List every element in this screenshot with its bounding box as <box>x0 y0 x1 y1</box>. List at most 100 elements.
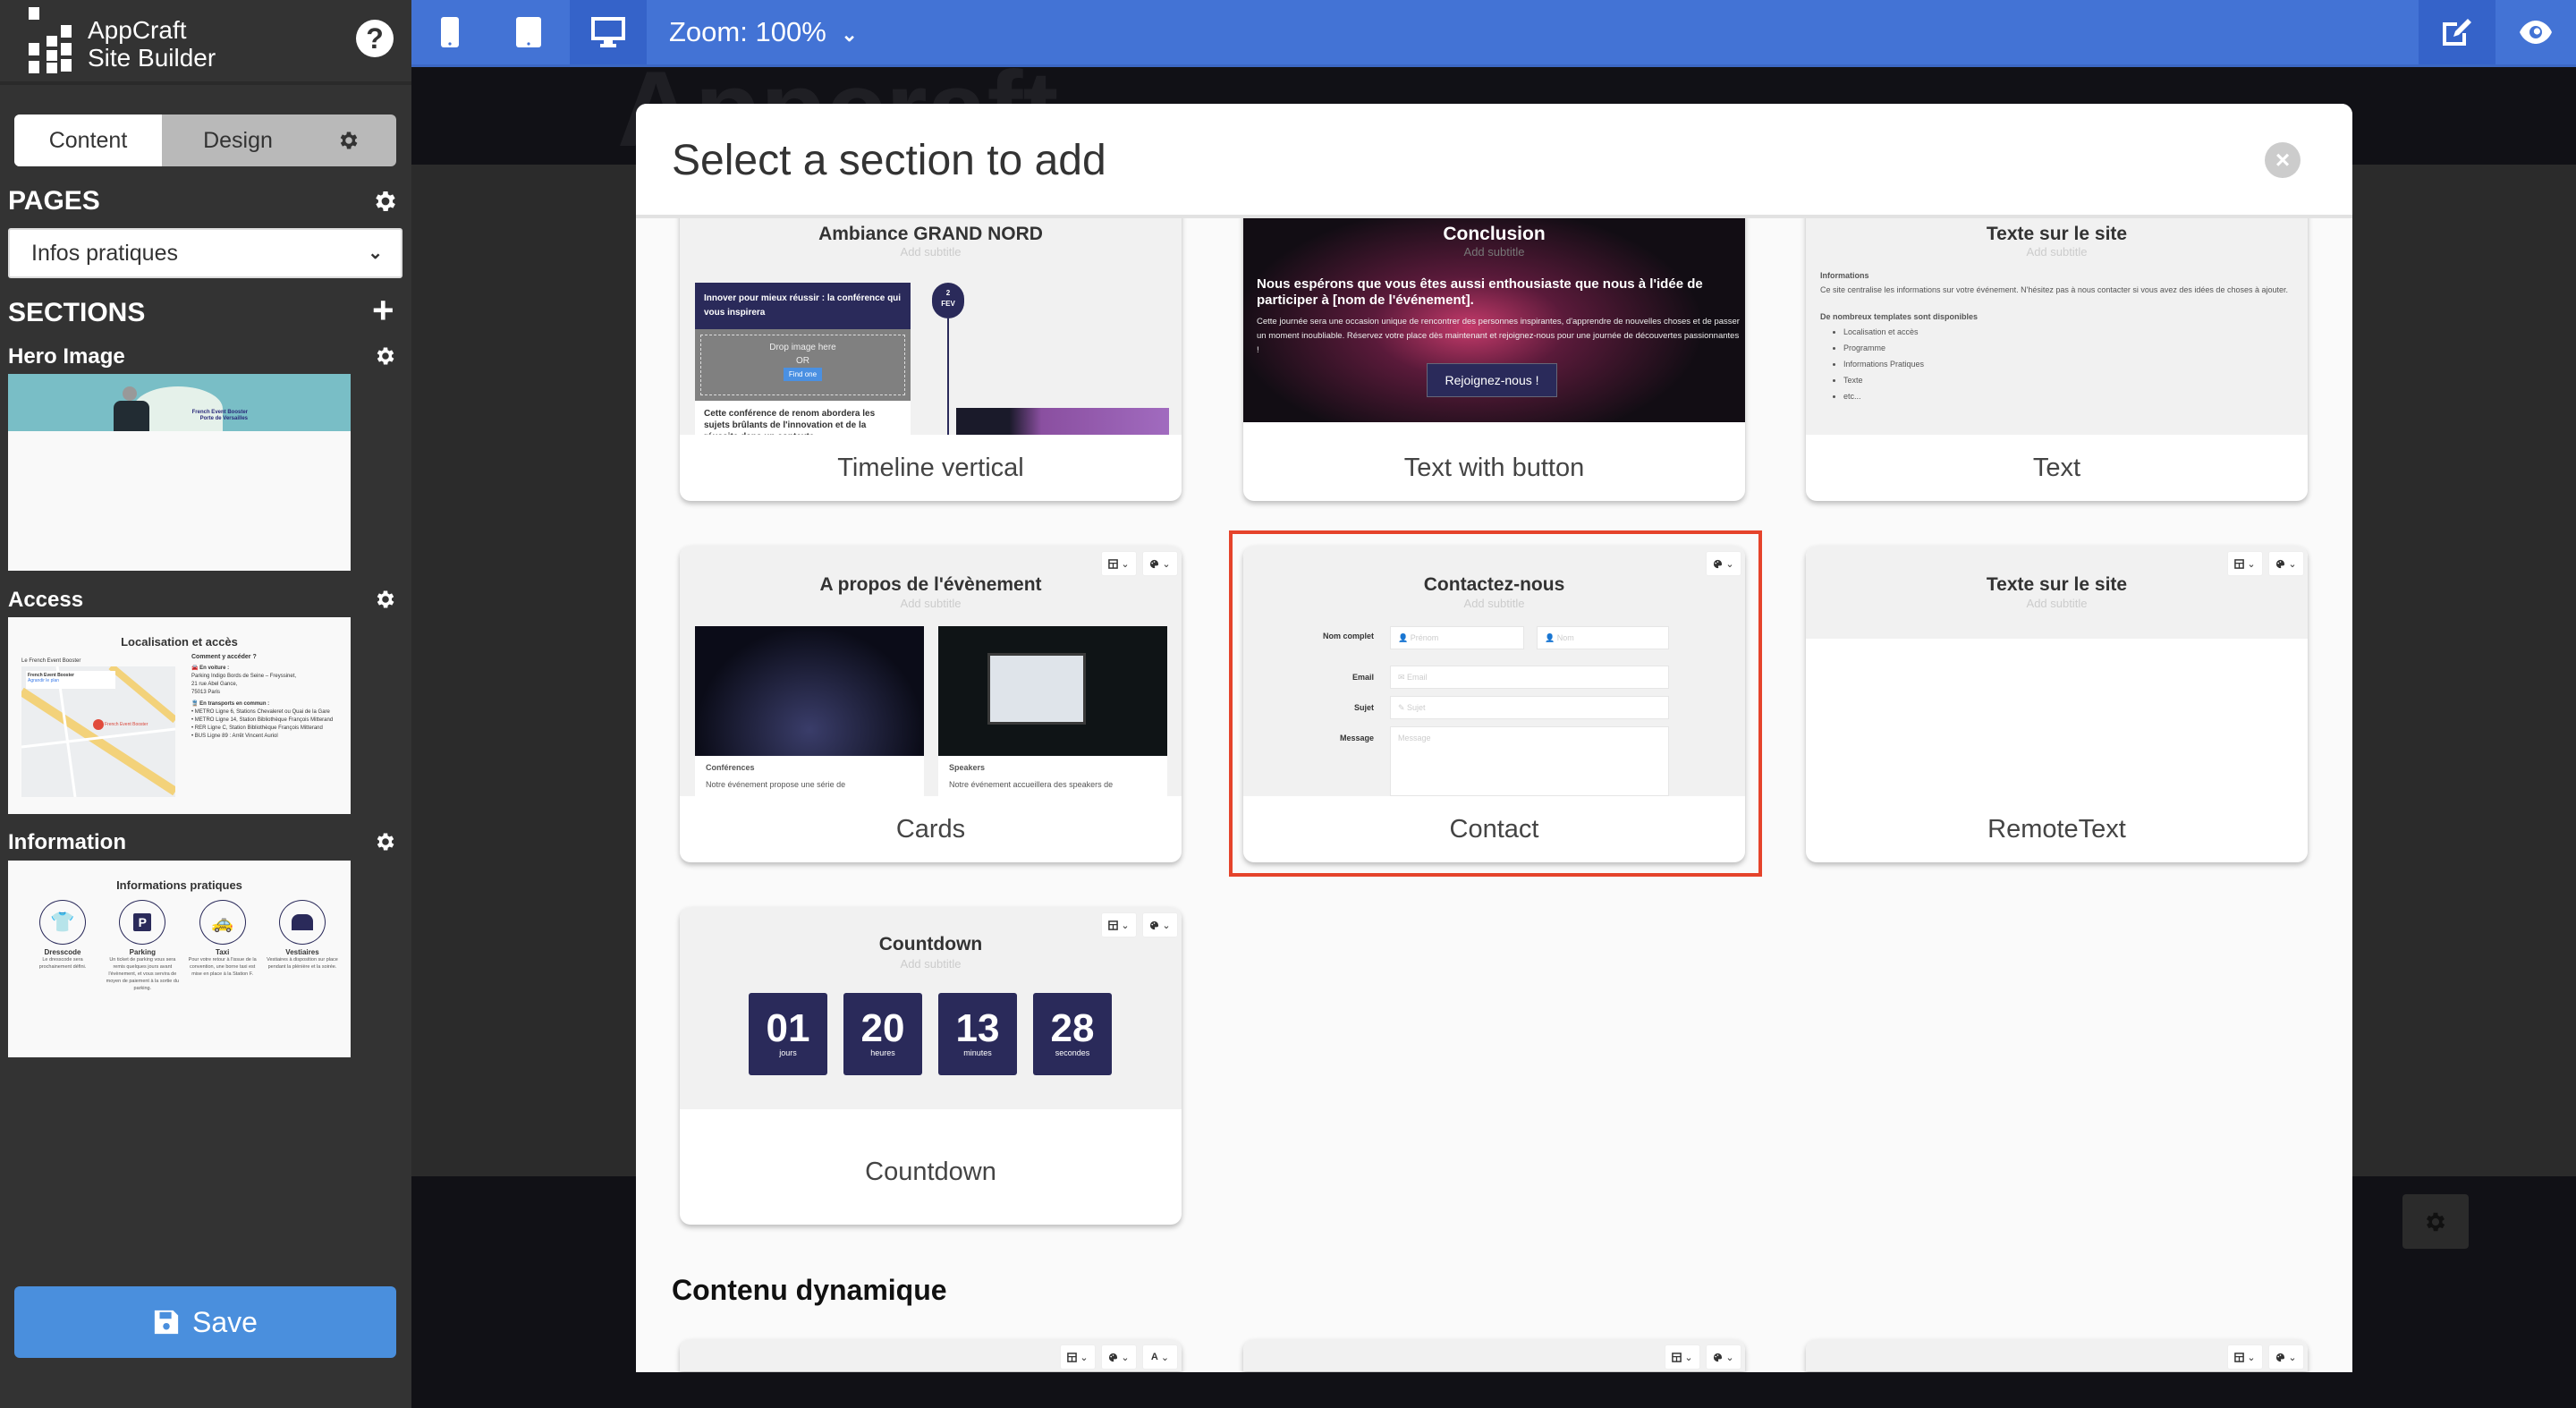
countdown-hours: 20 heures <box>843 993 922 1075</box>
access-settings-gear-icon[interactable] <box>374 588 397 611</box>
color-dropdown[interactable]: ⌄ <box>1142 551 1178 576</box>
info-item-text: Pour votre retour à l'issue de la conven… <box>188 957 257 977</box>
card-item-text: Notre événement accueillera des speakers… <box>949 780 1114 789</box>
card-tools: ⌄ ⌄ <box>1101 551 1178 576</box>
design-settings-gear-icon[interactable] <box>337 129 360 152</box>
countdown-value: 01 <box>766 1006 810 1050</box>
layout-dropdown[interactable]: ⌄ <box>1665 1344 1700 1370</box>
help-button[interactable]: ? <box>356 20 394 57</box>
transit-text: RER Ligne C, Station Bibliothèque Franço… <box>194 725 323 731</box>
preview-title: Countdown <box>878 934 983 954</box>
selected-card-highlight <box>1229 530 1762 877</box>
tab-content[interactable]: Content <box>14 115 162 166</box>
date-day: 2 <box>945 289 951 297</box>
tshirt-icon: 👕 <box>39 900 86 945</box>
access-thumb-title: Localisation et accès <box>121 635 238 649</box>
layout-dropdown[interactable]: ⌄ <box>1060 1344 1096 1370</box>
pages-settings-gear-icon[interactable] <box>372 188 399 215</box>
speaker-photo <box>938 626 1167 756</box>
font-dropdown[interactable]: A ⌄ <box>1142 1344 1178 1370</box>
map-caption: Le French Event Booster <box>21 658 81 664</box>
section-thumb-hero[interactable]: French Event Booster Porte de Versailles <box>8 374 351 571</box>
map: French Event Booster Agrandir le plan Fre… <box>21 666 175 797</box>
preview-button[interactable] <box>2497 0 2574 64</box>
device-desktop-button[interactable] <box>570 0 647 64</box>
hero-settings-gear-icon[interactable] <box>374 344 397 368</box>
preview-subtitle: Add subtitle <box>900 597 962 610</box>
layout-dropdown[interactable]: ⌄ <box>2227 1344 2263 1370</box>
save-button[interactable]: Save <box>14 1286 396 1358</box>
countdown-unit: heures <box>870 1048 895 1057</box>
color-dropdown[interactable]: ⌄ <box>2268 1344 2304 1370</box>
section-card-dynamic[interactable]: ⌄ ⌄ <box>1806 1339 2308 1371</box>
card-preview: ⌄ ⌄ A ⌄ <box>680 1339 1182 1371</box>
card-label: Text <box>2032 454 2081 482</box>
timeline-item-title: Innover pour mieux réussir : la conféren… <box>695 283 911 329</box>
countdown-value: 13 <box>955 1006 1000 1050</box>
map-pin-label: French Event Booster <box>105 722 148 727</box>
transit-text: BUS Ligne 89 : Arrêt Vincent Auriol <box>194 734 278 739</box>
find-one-button: Find one <box>783 368 823 381</box>
access-directions: Comment y accéder ? 🚘 En voiture : Parki… <box>191 653 345 741</box>
layout-dropdown[interactable]: ⌄ <box>2227 551 2263 576</box>
hero-person-illustration <box>114 401 149 431</box>
color-dropdown[interactable]: ⌄ <box>1706 1344 1741 1370</box>
floppy-disk-icon <box>154 1310 179 1335</box>
section-card-remotetext[interactable]: ⌄ ⌄ Texte sur le site Add subtitle Remot… <box>1806 546 2308 862</box>
section-card-countdown[interactable]: ⌄ ⌄ Countdown Add subtitle 01 jours 20 heu… <box>680 907 1182 1225</box>
countdown-unit: secondes <box>1055 1048 1090 1057</box>
info-item-text: Vestiaires à disposition sur place penda… <box>267 957 338 970</box>
palette-icon <box>2275 1353 2285 1362</box>
timeline-line <box>947 318 949 435</box>
information-settings-gear-icon[interactable] <box>374 830 397 853</box>
canvas-section-settings-button[interactable] <box>2402 1194 2469 1249</box>
page-select[interactable]: Infos pratiques ⌄ <box>8 228 402 278</box>
info-item-name: Vestiaires <box>285 948 319 956</box>
section-card-text[interactable]: Texte sur le site Add subtitle Informati… <box>1806 218 2308 501</box>
card-preview: ⌄ ⌄ Texte sur le site Add subtitle <box>1806 546 2308 796</box>
countdown-seconds: 28 secondes <box>1033 993 1112 1075</box>
modal-body[interactable]: Ambiance GRAND NORD Add subtitle Innover… <box>636 218 2352 1372</box>
pages-heading: PAGES <box>8 186 100 216</box>
text-list-item: Informations Pratiques <box>1843 356 2294 372</box>
add-section-plus-icon[interactable]: + <box>372 292 394 329</box>
layout-dropdown[interactable]: ⌄ <box>1101 551 1137 576</box>
countdown-unit: minutes <box>963 1048 992 1057</box>
section-card-dynamic[interactable]: ⌄ ⌄ <box>1243 1339 1745 1371</box>
grid-icon <box>2234 559 2244 569</box>
parking-icon: P <box>119 900 166 945</box>
hero-line1: French Event Booster <box>191 410 248 415</box>
edit-mode-button[interactable] <box>2419 0 2496 64</box>
preview-title: A propos de l'évènement <box>819 574 1042 595</box>
grid-icon <box>1067 1353 1077 1362</box>
zoom-dropdown[interactable]: Zoom: 100% ⌄ <box>669 0 858 64</box>
section-card-text-with-button[interactable]: Conclusion Add subtitle Nous espérons qu… <box>1243 218 1745 501</box>
card-item-text: Notre événement propose une série de <box>706 780 846 789</box>
section-card-dynamic[interactable]: ⌄ ⌄ A ⌄ <box>680 1339 1182 1371</box>
text-heading: De nombreux templates sont disponibles <box>1820 312 1979 321</box>
section-thumb-information[interactable]: Informations pratiques 👕 Dresscode Le dr… <box>8 861 351 1057</box>
tab-design[interactable]: Design <box>162 115 314 166</box>
device-mobile-button[interactable] <box>411 0 488 64</box>
app-logo: AppCraft Site Builder ? <box>0 0 411 85</box>
countdown-value: 28 <box>1050 1006 1095 1050</box>
info-thumb-title: Informations pratiques <box>116 878 242 892</box>
card-label: Cards <box>895 815 966 844</box>
chevron-down-icon: ⌄ <box>368 243 383 263</box>
palette-icon <box>2275 559 2285 569</box>
card-tools: ⌄ ⌄ <box>2227 551 2304 576</box>
card-preview: ⌄ ⌄ <box>1806 1339 2308 1371</box>
device-tablet-button[interactable] <box>490 0 567 64</box>
transit-text: METRO Ligne 6, Stations Chevaleret ou Qu… <box>194 709 330 715</box>
info-item-text: Le dresscode sera prochainement défini. <box>38 957 87 970</box>
text-heading: Informations <box>1820 271 1869 280</box>
timeline-image <box>956 408 1169 435</box>
map-card-link[interactable]: Agrandir le plan <box>28 678 114 683</box>
color-dropdown[interactable]: ⌄ <box>2268 551 2304 576</box>
taxi-icon: 🚕 <box>199 900 246 945</box>
section-card-cards[interactable]: ⌄ ⌄ A propos de l'évènement Add subtitle… <box>680 546 1182 862</box>
close-button[interactable]: × <box>2265 142 2301 178</box>
section-card-timeline-vertical[interactable]: Ambiance GRAND NORD Add subtitle Innover… <box>680 218 1182 501</box>
color-dropdown[interactable]: ⌄ <box>1101 1344 1137 1370</box>
section-thumb-access[interactable]: Localisation et accès Le French Event Bo… <box>8 617 351 814</box>
